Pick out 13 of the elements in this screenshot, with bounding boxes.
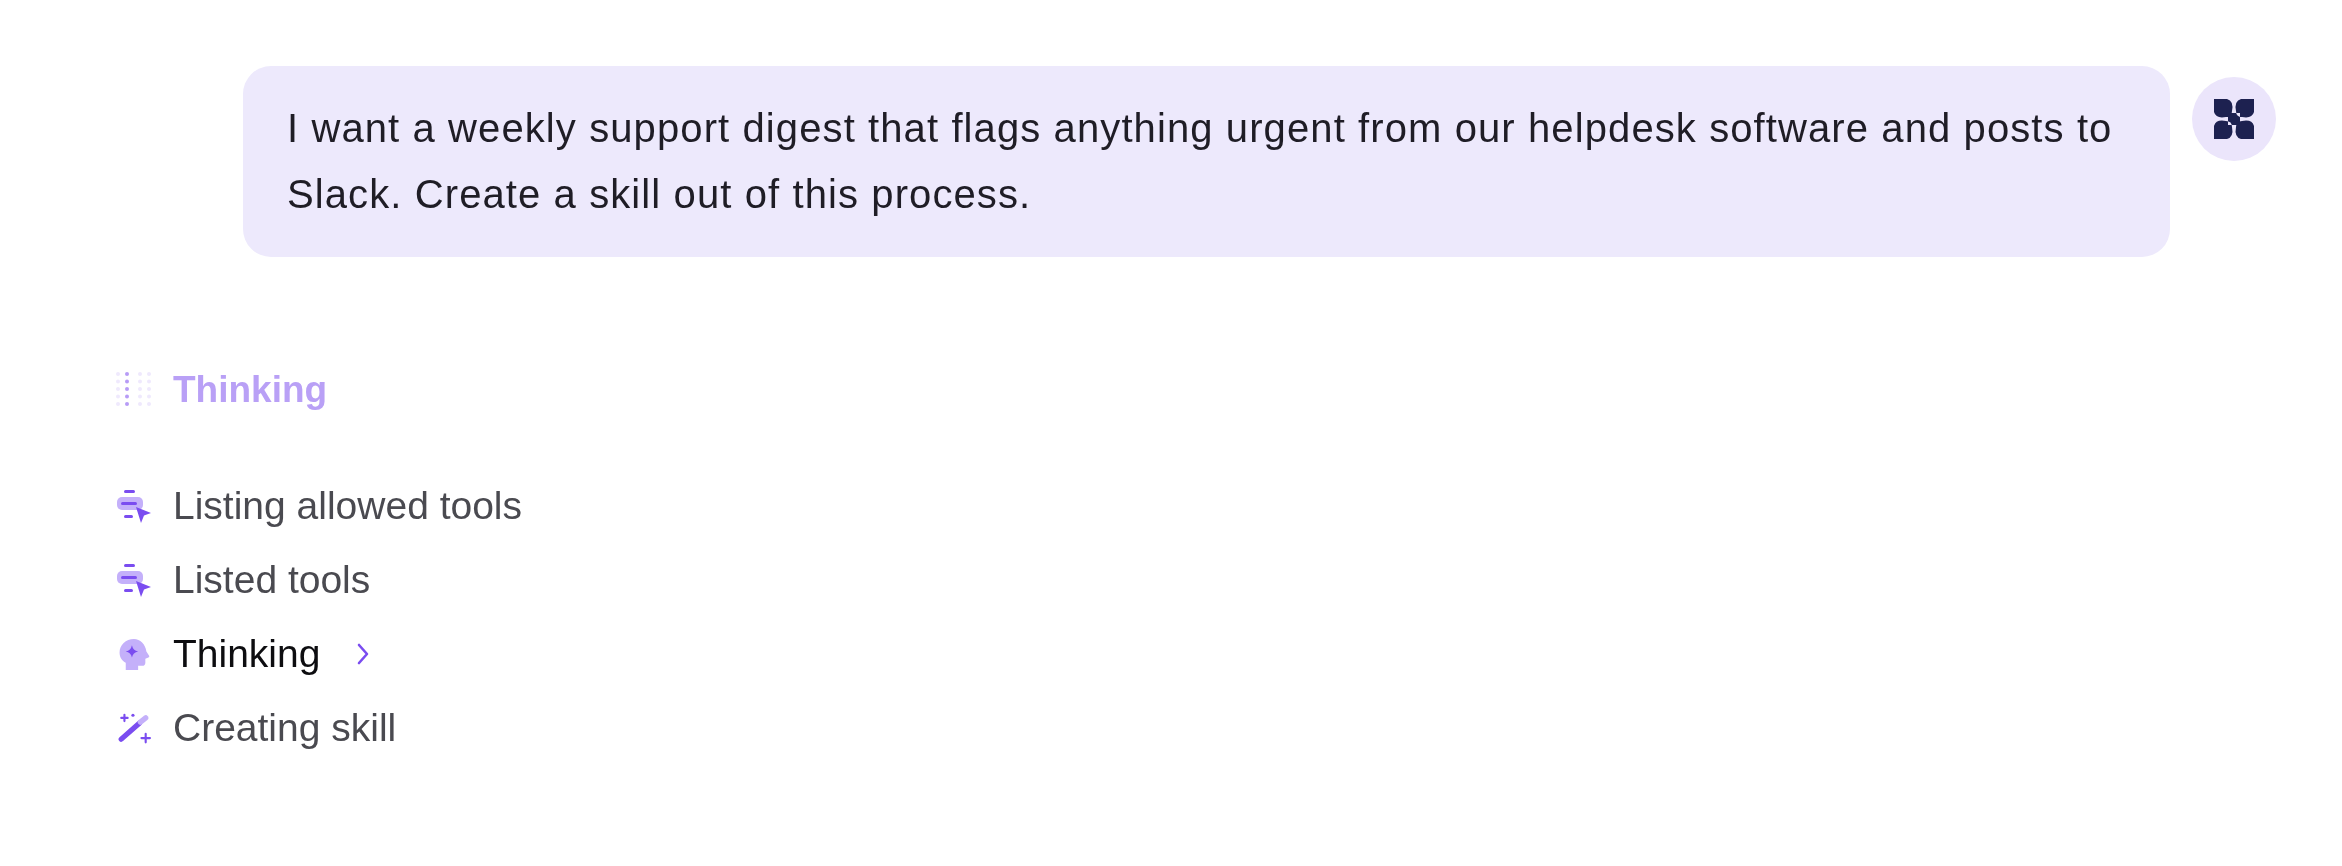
list-cursor-icon	[117, 563, 151, 597]
list-cursor-icon	[117, 489, 151, 523]
step-label: Creating skill	[173, 706, 397, 750]
magic-wand-icon	[117, 711, 151, 745]
step-label: Listed tools	[173, 558, 371, 602]
loading-dots-icon	[116, 372, 152, 408]
message-text: I want a weekly support digest that flags anything urgent from our helpdesk software and posts to Slack. Create a skill out of this process.	[287, 105, 2114, 218]
avatar-icon	[2192, 77, 2276, 161]
step-label: Thinking	[173, 632, 321, 676]
step-label: Listing allowed tools	[173, 484, 523, 528]
head-sparkle-icon	[117, 637, 151, 671]
status-label: Thinking	[173, 369, 328, 411]
chevron-right-icon[interactable]	[357, 643, 370, 665]
